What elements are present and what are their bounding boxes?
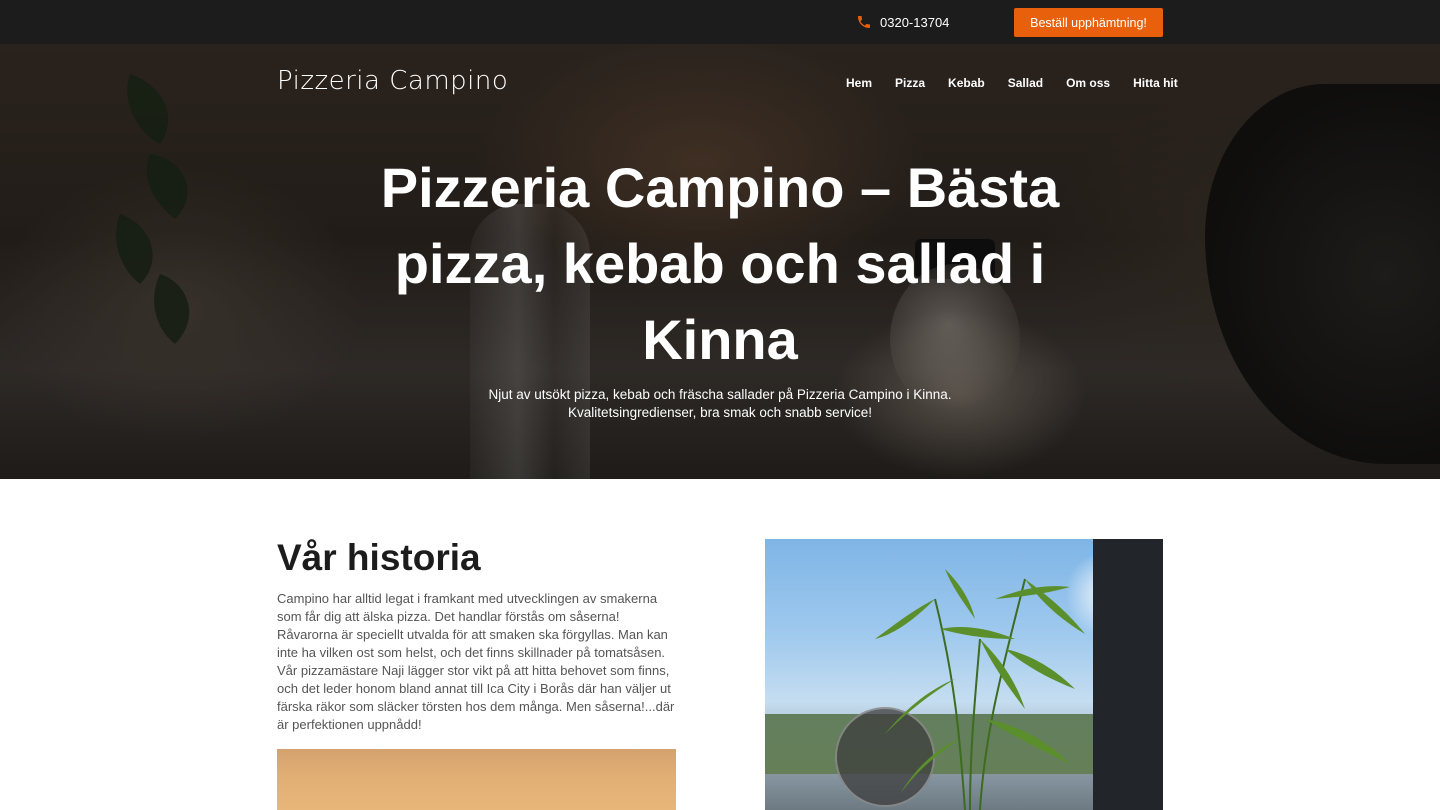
site-logo[interactable]: Pizzeria Campino: [277, 66, 508, 96]
hero-title: Pizzeria Campino – Bästa pizza, kebab oc…: [380, 156, 1060, 371]
nav-item-hitta-hit[interactable]: Hitta hit: [1133, 76, 1178, 90]
hero-subtitle-line-1: Njut av utsökt pizza, kebab och fräscha …: [488, 387, 952, 402]
order-pickup-button[interactable]: Beställ upphämtning!: [1014, 8, 1163, 37]
story-text: Campino har alltid legat i framkant med …: [277, 591, 675, 732]
nav-item-kebab[interactable]: Kebab: [948, 76, 985, 90]
hero-subtitle: Njut av utsökt pizza, kebab och fräscha …: [440, 386, 1000, 422]
nav-item-om-oss[interactable]: Om oss: [1066, 76, 1110, 90]
story-title: Vår historia: [277, 537, 481, 578]
storefront-photo: [765, 539, 1163, 810]
nav-item-sallad[interactable]: Sallad: [1008, 76, 1043, 90]
phone-contact[interactable]: 0320-13704: [856, 13, 949, 31]
hero-subtitle-line-2: Kvalitetsingredienser, bra smak och snab…: [568, 405, 872, 420]
phone-number[interactable]: 0320-13704: [880, 15, 949, 30]
hero-section: Pizzeria Campino Hem Pizza Kebab Sallad …: [0, 44, 1440, 479]
nav-item-hem[interactable]: Hem: [846, 76, 872, 90]
phone-icon: [856, 14, 872, 30]
nav-item-pizza[interactable]: Pizza: [895, 76, 925, 90]
photo-plant: [875, 569, 1085, 810]
food-photo: [277, 749, 676, 810]
top-bar: 0320-13704 Beställ upphämtning!: [0, 0, 1440, 44]
main-nav: Hem Pizza Kebab Sallad Om oss Hitta hit: [846, 76, 1178, 90]
